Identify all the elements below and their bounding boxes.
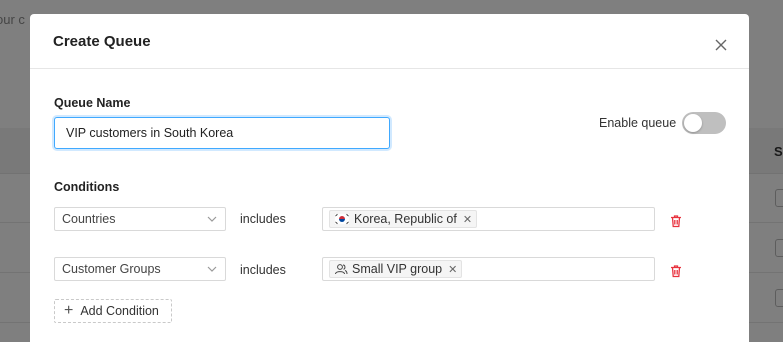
conditions-label: Conditions xyxy=(54,180,120,194)
condition-operator: includes xyxy=(240,263,286,277)
condition-tag: Korea, Republic of ✕ xyxy=(329,210,478,228)
toggle-knob xyxy=(684,114,702,132)
condition-values-input[interactable]: Korea, Republic of ✕ xyxy=(322,207,655,231)
condition-field-value: Countries xyxy=(62,212,116,226)
remove-tag-icon[interactable]: ✕ xyxy=(463,213,472,226)
condition-tag-label: Korea, Republic of xyxy=(354,212,457,226)
queue-name-label: Queue Name xyxy=(54,96,131,110)
condition-tag-label: Small VIP group xyxy=(352,262,443,276)
enable-queue-label: Enable queue xyxy=(599,116,677,130)
condition-tag: Small VIP group ✕ xyxy=(329,260,463,278)
remove-tag-icon[interactable]: ✕ xyxy=(448,263,457,276)
plus-icon: + xyxy=(64,302,74,319)
modal-header: Create Queue xyxy=(30,14,749,69)
add-condition-button[interactable]: + Add Condition xyxy=(54,299,172,323)
enable-queue-toggle[interactable] xyxy=(682,112,726,134)
add-condition-label: Add Condition xyxy=(80,304,159,318)
modal-title: Create Queue xyxy=(53,33,151,50)
south-korea-flag-icon xyxy=(334,213,350,225)
condition-field-select[interactable]: Countries xyxy=(54,207,226,231)
queue-name-input[interactable] xyxy=(54,117,390,149)
chevron-down-icon xyxy=(207,216,217,222)
condition-values-input[interactable]: Small VIP group ✕ xyxy=(322,257,655,281)
condition-field-value: Customer Groups xyxy=(62,262,161,276)
close-icon[interactable] xyxy=(713,37,729,53)
condition-operator: includes xyxy=(240,212,286,226)
user-group-icon xyxy=(335,264,348,275)
condition-field-select[interactable]: Customer Groups xyxy=(54,257,226,281)
create-queue-modal: Create Queue Queue Name Enable queue Con… xyxy=(30,14,749,342)
delete-condition-icon[interactable] xyxy=(669,264,683,278)
delete-condition-icon[interactable] xyxy=(669,214,683,228)
chevron-down-icon xyxy=(207,266,217,272)
